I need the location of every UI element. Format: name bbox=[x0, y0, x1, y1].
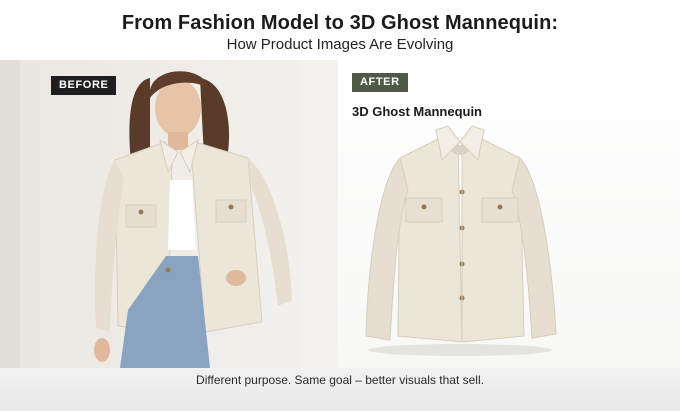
after-panel: AFTER 3D Ghost Mannequin bbox=[338, 60, 680, 368]
footer-caption: Different purpose. Same goal – better vi… bbox=[196, 373, 484, 387]
fashion-model-photo bbox=[0, 60, 338, 368]
before-badge: BEFORE bbox=[51, 76, 117, 95]
before-panel: BEFORE bbox=[0, 60, 338, 368]
page-title: From Fashion Model to 3D Ghost Mannequin… bbox=[121, 12, 559, 34]
footer-bar: Different purpose. Same goal – better vi… bbox=[0, 368, 680, 411]
ghost-mannequin-jacket-image bbox=[365, 125, 557, 356]
page-subtitle: How Product Images Are Evolving bbox=[226, 36, 454, 53]
